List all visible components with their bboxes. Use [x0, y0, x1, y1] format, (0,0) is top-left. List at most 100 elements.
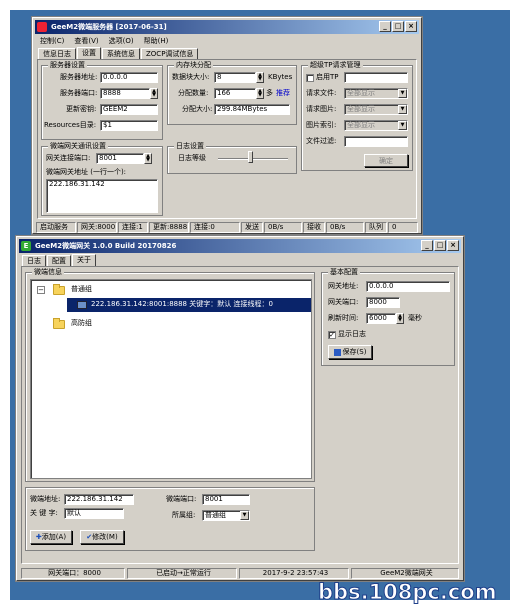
server-port-spinner[interactable]: ▲ ▼ [150, 88, 158, 99]
tree-item-high-defense-group[interactable]: 高防组 [71, 318, 92, 329]
server-port-input[interactable]: 8888 [100, 88, 150, 99]
minimize-button[interactable]: _ [421, 240, 433, 251]
group-label: 微端网关通讯设置 [48, 142, 108, 151]
menu-options[interactable]: 选项(O) [109, 36, 134, 46]
gw-addr-label: 网关地址: [328, 282, 359, 290]
tab-system-info[interactable]: 系统信息 [102, 48, 140, 59]
gw-status-port: 网关端口：8000 [21, 568, 125, 579]
close-button[interactable]: × [405, 21, 417, 32]
tab-about[interactable]: 关于 [72, 254, 96, 266]
http-request-group: 超级TP请求管理 启用TP 请求文件: 全部显示 ▼ 请求图片: 全部显示 ▼ … [301, 61, 413, 171]
save-icon [333, 348, 341, 356]
tab-log[interactable]: 日志 [22, 255, 46, 266]
tree-item-server[interactable]: 222.186.31.142:8001:8888 关键字：默认 连接线程：0 [91, 299, 273, 310]
add-label: 添加(A) [41, 533, 67, 541]
log-level-thumb[interactable] [248, 151, 253, 163]
gateway-titlebar[interactable]: E GeeM2微端网关 1.0.0 Build 20170826 _ □ × [19, 239, 461, 253]
block-size-spinner[interactable]: ▲ ▼ [256, 72, 264, 83]
show-log-label: 显示日志 [338, 330, 366, 338]
tab-zocp-debug[interactable]: ZOCP调试信息 [141, 48, 199, 59]
alloc-size-input[interactable]: 299.84MBytes [214, 104, 290, 115]
alloc-count-input[interactable]: 166 [214, 88, 256, 99]
add-button[interactable]: ✚添加(A) [30, 530, 72, 544]
request-image-label: 请求图片: [306, 105, 337, 113]
server-status-recv: 0B/s [326, 222, 364, 233]
confirm-button[interactable]: 确定 [364, 154, 408, 167]
refresh-spinner[interactable]: ▲ ▼ [396, 313, 404, 324]
tab-info-log[interactable]: 信息日志 [38, 48, 76, 59]
server-tabs: 信息日志 设置 系统信息 ZOCP调试信息 [38, 47, 199, 59]
menubar: 控制(C) 查看(V) 选项(O) 帮助(H) [36, 36, 168, 46]
menu-control[interactable]: 控制(C) [40, 36, 64, 46]
server-status-queue: 0 [388, 222, 418, 233]
gateway-addr-textarea[interactable]: 222.186.31.142 [46, 179, 158, 213]
maximize-button[interactable]: □ [392, 21, 404, 32]
server-status-start: 启动服务 [36, 222, 76, 233]
collapse-icon[interactable]: − [37, 286, 45, 294]
edit-group: 微端地址: 222.186.31.142 微端端口: 8001 关 键 字: 默… [25, 487, 315, 551]
save-button[interactable]: 保存(S) [328, 345, 372, 359]
tab-config[interactable]: 配置 [47, 255, 71, 266]
folder-icon [53, 284, 65, 295]
micro-addr-label: 微端地址: [30, 495, 61, 503]
show-log-checkbox[interactable]: ✓ [328, 331, 336, 339]
file-filter-label: 文件过滤: [306, 137, 337, 145]
micro-addr-input[interactable]: 222.186.31.142 [64, 494, 134, 505]
alloc-count-spinner[interactable]: ▲ ▼ [256, 88, 264, 99]
refresh-input[interactable]: 6000 [366, 313, 396, 324]
gateway-port-spinner[interactable]: ▲ ▼ [144, 153, 152, 164]
resources-dir-label: Resources目录: [44, 121, 97, 129]
server-status-conn2: 连接:0 [190, 222, 240, 233]
maximize-button[interactable]: □ [434, 240, 446, 251]
recommend-link[interactable]: 推荐 [276, 88, 290, 99]
keyword-input[interactable]: 默认 [64, 508, 124, 519]
alloc-count-unit: 多 [266, 89, 273, 97]
gw-addr-input[interactable]: 0.0.0.0 [366, 281, 450, 292]
close-button[interactable]: × [447, 240, 459, 251]
update-key-input[interactable]: GEEM2 [100, 104, 158, 115]
app-icon: E [21, 241, 31, 251]
enable-tp-checkbox[interactable] [306, 74, 314, 82]
tree-item-normal-group[interactable]: 普通组 [71, 284, 92, 295]
request-file-label: 请求文件: [306, 89, 337, 97]
server-titlebar[interactable]: GeeM2微端服务器 [2017-06-31] _ □ × [35, 20, 419, 34]
log-level-slider[interactable] [218, 158, 288, 160]
chevron-down-icon[interactable]: ▼ [240, 511, 249, 520]
server-addr-input[interactable]: 0.0.0.0 [100, 72, 158, 83]
server-settings-group: 服务器设置 服务器地址: 0.0.0.0 服务器端口: 8888 ▲ ▼ 更新密钥… [41, 61, 163, 140]
tree-view[interactable]: − 普通组 222.186.31.142:8001:8888 关键字：默认 连接… [30, 279, 312, 479]
menu-view[interactable]: 查看(V) [74, 36, 98, 46]
group-select-label: 所属组: [172, 511, 196, 519]
chevron-down-icon[interactable]: ▼ [398, 105, 407, 114]
server-status-conn1: 连接:1 [118, 222, 148, 233]
basic-config-group: 基本配置 网关地址: 0.0.0.0 网关端口: 8000 刷新时间: 6000… [321, 268, 455, 366]
gateway-port-input[interactable]: 8001 [96, 153, 144, 164]
group-label: 微端信息 [32, 268, 64, 277]
server-status-queue-label: 队列 [365, 222, 387, 233]
server-status-update: 更新:8888 [149, 222, 189, 233]
micro-info-group: 微端信息 − 普通组 222.186.31.142:8001:8888 关键字：… [25, 268, 315, 482]
tab-settings[interactable]: 设置 [77, 47, 101, 59]
keyword-label: 关 键 字: [30, 509, 58, 517]
minimize-button[interactable]: _ [379, 21, 391, 32]
gateway-settings-group: 微端网关通讯设置 网关连接端口: 8001 ▲ ▼ 微端网关地址 (一行一个): … [41, 142, 163, 216]
menu-help[interactable]: 帮助(H) [144, 36, 169, 46]
chevron-down-icon[interactable]: ▼ [398, 89, 407, 98]
update-key-label: 更新密钥: [66, 105, 97, 113]
server-status-send-label: 发送 [241, 222, 263, 233]
modify-button[interactable]: ✔修改(M) [80, 530, 124, 544]
enable-tp-input[interactable] [344, 72, 408, 83]
file-filter-input[interactable] [344, 136, 408, 147]
alloc-count-label: 分配数量: [178, 89, 209, 97]
micro-port-input[interactable]: 8001 [202, 494, 250, 505]
computer-icon [77, 301, 87, 309]
server-status-gateway: 网关:8000 [77, 222, 117, 233]
block-size-input[interactable]: 8 [214, 72, 256, 83]
resources-dir-input[interactable]: $1 [100, 120, 158, 131]
gw-status-time: 2017-9-2 23:57:43 [239, 568, 349, 579]
server-addr-label: 服务器地址: [60, 73, 98, 81]
log-settings-group: 日志设置 日志等级 [167, 142, 297, 174]
gw-port-input[interactable]: 8000 [366, 297, 400, 308]
refresh-label: 刷新时间: [328, 314, 359, 322]
chevron-down-icon[interactable]: ▼ [398, 121, 407, 130]
